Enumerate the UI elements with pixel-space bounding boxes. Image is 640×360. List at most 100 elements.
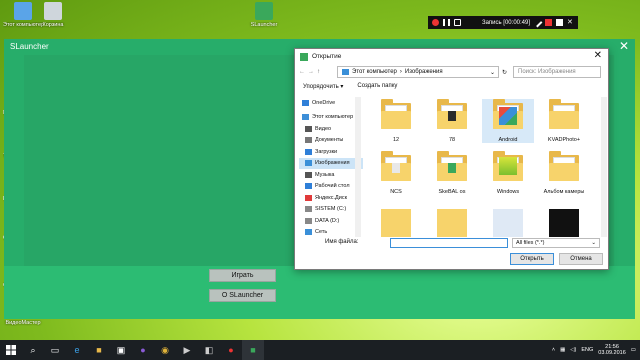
- notifications-icon[interactable]: ▭: [631, 347, 636, 353]
- refresh-icon[interactable]: ↻: [502, 69, 507, 76]
- nav-item[interactable]: Яндекс.Диск: [299, 192, 363, 204]
- nav-item-icon: [302, 99, 309, 106]
- file-tile[interactable]: Альбом камеры: [538, 151, 590, 195]
- clock-date: 03.09.2016: [598, 350, 626, 356]
- slauncher-title: SLauncher: [10, 42, 49, 51]
- store-icon[interactable]: ▣: [110, 340, 132, 360]
- nav-item[interactable]: Изображения: [299, 157, 363, 169]
- search-input[interactable]: Поиск: Изображения: [513, 66, 601, 78]
- app-icon: [14, 2, 32, 20]
- cancel-button[interactable]: Отмена: [559, 253, 603, 265]
- volume-icon[interactable]: ◁): [570, 347, 576, 353]
- tray-up-icon[interactable]: ˄: [552, 347, 555, 353]
- search-icon[interactable]: ⌕: [22, 340, 44, 360]
- media-icon[interactable]: ▶: [176, 340, 198, 360]
- file-grid: 12 78 Android KVADPhoto+ NCS SkeBAL os Windows…: [370, 97, 598, 237]
- nav-item[interactable]: SISTEM (C:): [299, 204, 363, 216]
- file-tile[interactable]: Windows: [482, 151, 534, 195]
- nav-item-icon: [305, 206, 312, 213]
- breadcrumb[interactable]: Этот компьютер › Изображения ⌄: [337, 66, 499, 78]
- breadcrumb-computer[interactable]: Этот компьютер: [352, 69, 397, 75]
- nav-item-icon: [305, 229, 312, 236]
- slauncher-close-button[interactable]: ✕: [619, 39, 629, 53]
- nav-item[interactable]: Загрузки: [299, 146, 363, 158]
- forward-icon[interactable]: →: [308, 69, 314, 75]
- nav-item-label: Сеть: [315, 229, 328, 236]
- start-button[interactable]: [0, 340, 22, 360]
- file-tile[interactable]: NCS: [370, 151, 422, 195]
- nav-item[interactable]: Видео: [299, 123, 363, 135]
- file-explorer-icon[interactable]: ■: [88, 340, 110, 360]
- nav-item[interactable]: Этот компьютер: [299, 112, 363, 124]
- open-file-dialog: Открытие ✕ ← → ↑ Этот компьютер › Изобра…: [294, 48, 609, 270]
- file-tile-label: 12: [392, 137, 400, 143]
- play-button[interactable]: Играть: [209, 269, 276, 282]
- nav-item[interactable]: Рабочий стол: [299, 181, 363, 193]
- file-tile[interactable]: Android: [482, 99, 534, 143]
- task-view-icon[interactable]: ▭: [44, 340, 66, 360]
- partial-file-tile[interactable]: [437, 209, 467, 237]
- nav-item-label: SISTEM (C:): [315, 206, 347, 213]
- desktop-icon-label: SLauncher: [250, 22, 278, 28]
- chrome-icon[interactable]: ◉: [154, 340, 176, 360]
- app-icon: [255, 2, 273, 20]
- recorder-app-icon[interactable]: ●: [220, 340, 242, 360]
- dialog-close-button[interactable]: ✕: [594, 50, 602, 61]
- back-icon[interactable]: ←: [299, 69, 305, 75]
- file-tile-label: NCS: [390, 189, 402, 195]
- file-tile[interactable]: SkeBAL os: [426, 151, 478, 195]
- nav-item-label: Загрузки: [315, 148, 338, 155]
- organize-button[interactable]: Упорядочить ▾: [303, 83, 343, 93]
- language-indicator[interactable]: ENG: [581, 347, 593, 353]
- nav-item[interactable]: Сеть: [299, 227, 363, 239]
- slauncher-taskbar-icon[interactable]: ■: [242, 340, 264, 360]
- pause-icon[interactable]: [443, 19, 450, 26]
- edge-icon[interactable]: e: [66, 340, 88, 360]
- file-tile-label: Альбом камеры: [543, 189, 585, 195]
- file-tile-label: Windows: [496, 189, 520, 195]
- dialog-title: Открытие: [312, 53, 342, 60]
- breadcrumb-pictures[interactable]: Изображения: [405, 69, 443, 75]
- chevron-down-icon[interactable]: ⌄: [490, 69, 495, 76]
- nav-item-icon: [305, 137, 312, 144]
- partial-file-tile[interactable]: [381, 209, 411, 237]
- filename-input[interactable]: [390, 238, 508, 248]
- taskbar: ⌕ ▭ e ■ ▣ ● ◉ ▶ ◧ ● ■ ˄ ▦ ◁) ENG 21:56 0…: [0, 340, 640, 360]
- nav-item[interactable]: OneDrive: [299, 97, 363, 109]
- up-icon[interactable]: ↑: [317, 69, 320, 75]
- desktop-icon[interactable]: Корзина: [33, 2, 73, 28]
- pen-icon[interactable]: [532, 17, 543, 28]
- file-grid-scrollbar[interactable]: [601, 97, 607, 237]
- navigation-pane: OneDrive Этот компьютер Видео Документы Загр…: [299, 97, 363, 285]
- filename-label: Имя файла:: [325, 239, 359, 245]
- recorder-close-icon[interactable]: ✕: [567, 19, 574, 26]
- nav-item[interactable]: DATA (D:): [299, 215, 363, 227]
- open-button[interactable]: Открыть: [510, 253, 554, 265]
- file-tile[interactable]: 78: [426, 99, 478, 143]
- square-icon[interactable]: [556, 19, 563, 26]
- folder-icon: [493, 151, 523, 181]
- nav-item-icon: [305, 183, 312, 190]
- desktop-icon[interactable]: SLauncher: [244, 2, 284, 28]
- file-type-select[interactable]: All files (*.*) ⌄: [512, 238, 600, 248]
- nav-item-label: DATA (D:): [315, 217, 340, 224]
- partial-file-tile[interactable]: [549, 209, 579, 237]
- file-tile[interactable]: 12: [370, 99, 422, 143]
- file-tile[interactable]: KVADPhoto+: [538, 99, 590, 143]
- viber-icon[interactable]: ●: [132, 340, 154, 360]
- clock[interactable]: 21:56 03.09.2016: [598, 344, 626, 356]
- about-slauncher-button[interactable]: О SLauncher: [209, 289, 276, 302]
- nav-item-icon: [305, 125, 312, 132]
- camera-app-icon[interactable]: ◧: [198, 340, 220, 360]
- nav-scrollbar[interactable]: [355, 97, 361, 237]
- folder-icon: [381, 151, 411, 181]
- network-icon[interactable]: ▦: [560, 347, 565, 353]
- file-tile-label: 78: [448, 137, 456, 143]
- nav-item[interactable]: Документы: [299, 135, 363, 147]
- partial-file-tile[interactable]: [493, 209, 523, 237]
- stop-icon[interactable]: [545, 19, 552, 26]
- nav-item[interactable]: Музыка: [299, 169, 363, 181]
- new-folder-button[interactable]: Создать папку: [357, 83, 397, 93]
- folder-icon: [381, 99, 411, 129]
- camera-icon[interactable]: [454, 19, 461, 26]
